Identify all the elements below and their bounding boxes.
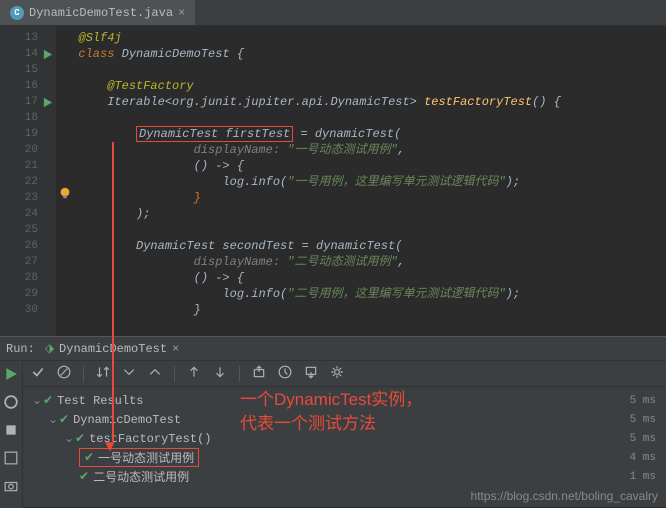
tree-test-2[interactable]: ✔二号动态测试用例1 ms [23, 467, 666, 486]
next-icon[interactable] [213, 365, 227, 383]
run-class-icon[interactable] [40, 46, 54, 62]
prev-icon[interactable] [187, 365, 201, 383]
annotation-text: 一个DynamicTest实例， 代表一个测试方法 [240, 388, 422, 436]
tab-filename: DynamicDemoTest.java [29, 6, 173, 20]
annotation-line [112, 142, 114, 442]
import-icon[interactable] [304, 365, 318, 383]
run-header: Run: ⬗ DynamicDemoTest × [0, 337, 666, 361]
highlighted-declaration: DynamicTest firstTest [136, 126, 293, 142]
watermark: https://blog.csdn.net/boling_cavalry [471, 489, 658, 503]
file-tab[interactable]: C DynamicDemoTest.java × [0, 0, 195, 25]
close-icon[interactable]: × [172, 342, 179, 356]
sort-icon[interactable] [96, 365, 110, 383]
history-icon[interactable] [278, 365, 292, 383]
java-class-icon: C [10, 6, 24, 20]
layout-icon[interactable] [4, 451, 18, 469]
debug-icon[interactable] [4, 395, 18, 413]
show-passed-icon[interactable] [31, 365, 45, 383]
close-icon[interactable]: × [178, 6, 185, 20]
tree-test-1[interactable]: ✔一号动态测试用例4 ms [23, 448, 666, 467]
intention-bulb-icon[interactable] [58, 186, 72, 204]
code-area[interactable]: @Slf4j class DynamicDemoTest { @TestFact… [56, 26, 666, 336]
run-test-icon[interactable] [40, 94, 54, 110]
run-label: Run: [6, 342, 35, 356]
editor-tabs: C DynamicDemoTest.java × [0, 0, 666, 26]
annotation-arrow-icon: ▼ [105, 438, 115, 456]
run-icon[interactable] [4, 367, 18, 385]
settings-icon[interactable] [330, 365, 344, 383]
export-icon[interactable] [252, 365, 266, 383]
camera-icon[interactable] [4, 479, 18, 497]
expand-icon[interactable] [122, 365, 136, 383]
test-pass-icon: ⬗ [45, 341, 54, 356]
run-sidebar [0, 361, 23, 508]
code-editor[interactable]: 13 14 15 16 17 18 19 20 21 22 23 24 25 2… [0, 26, 666, 336]
collapse-icon[interactable] [148, 365, 162, 383]
stop-icon[interactable] [4, 423, 18, 441]
show-ignored-icon[interactable] [57, 365, 71, 383]
line-gutter: 13 14 15 16 17 18 19 20 21 22 23 24 25 2… [0, 26, 56, 336]
test-toolbar [23, 361, 666, 387]
